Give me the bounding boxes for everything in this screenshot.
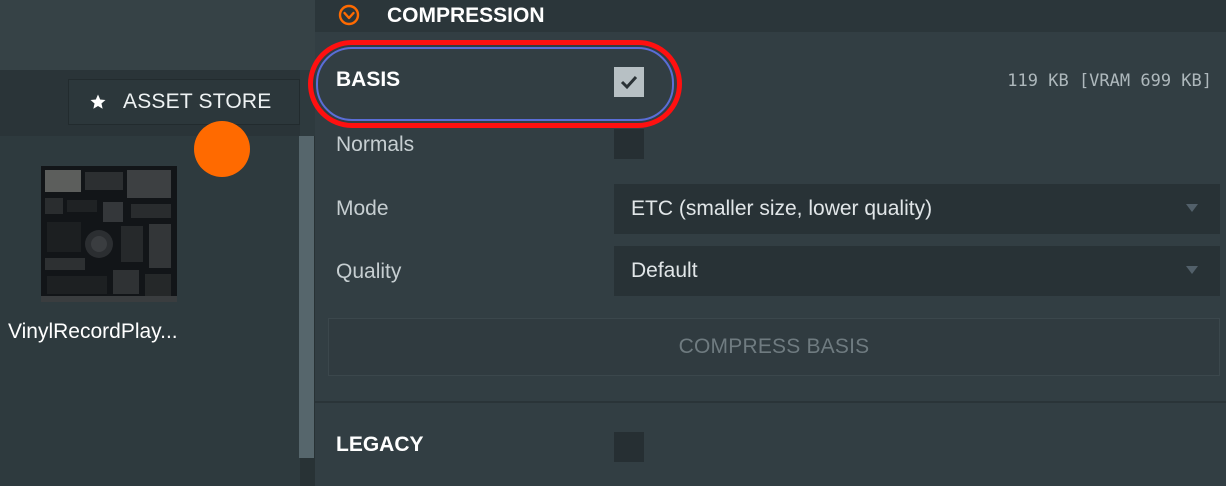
mode-dropdown[interactable]: ETC (smaller size, lower quality) bbox=[614, 184, 1220, 234]
asset-panel-header bbox=[0, 0, 315, 70]
legacy-checkbox[interactable] bbox=[614, 432, 644, 462]
section-divider bbox=[315, 401, 1226, 403]
texture-preview-image bbox=[41, 166, 177, 302]
compress-basis-button[interactable]: COMPRESS BASIS bbox=[328, 318, 1220, 376]
asset-scrollbar-thumb[interactable] bbox=[299, 136, 314, 458]
cursor-indicator bbox=[194, 121, 250, 177]
normals-label: Normals bbox=[336, 133, 415, 156]
mode-selected-value: ETC (smaller size, lower quality) bbox=[631, 197, 933, 220]
basis-size-readout: 119 KB [VRAM 699 KB] bbox=[1007, 71, 1212, 91]
asset-thumbnail[interactable] bbox=[41, 166, 177, 302]
star-icon bbox=[90, 94, 106, 109]
basis-checkbox[interactable] bbox=[614, 67, 644, 97]
triangle-down-icon bbox=[1186, 266, 1198, 274]
normals-checkbox[interactable] bbox=[614, 129, 644, 159]
quality-label: Quality bbox=[336, 260, 402, 283]
mode-label: Mode bbox=[336, 197, 389, 220]
section-title: COMPRESSION bbox=[387, 4, 545, 27]
compress-basis-label: COMPRESS BASIS bbox=[678, 335, 870, 358]
quality-selected-value: Default bbox=[631, 259, 698, 282]
quality-dropdown[interactable]: Default bbox=[614, 246, 1220, 296]
basis-label: BASIS bbox=[336, 68, 401, 91]
asset-store-button[interactable]: ASSET STORE bbox=[68, 79, 300, 125]
checkmark-icon bbox=[620, 75, 638, 90]
compression-section-header[interactable]: COMPRESSION bbox=[315, 0, 1226, 32]
triangle-down-icon bbox=[1186, 204, 1198, 212]
legacy-label: LEGACY bbox=[336, 433, 424, 456]
collapse-circle-icon[interactable] bbox=[337, 3, 361, 27]
asset-store-label: ASSET STORE bbox=[123, 90, 272, 113]
asset-name-label: VinylRecordPlay... bbox=[8, 320, 178, 343]
